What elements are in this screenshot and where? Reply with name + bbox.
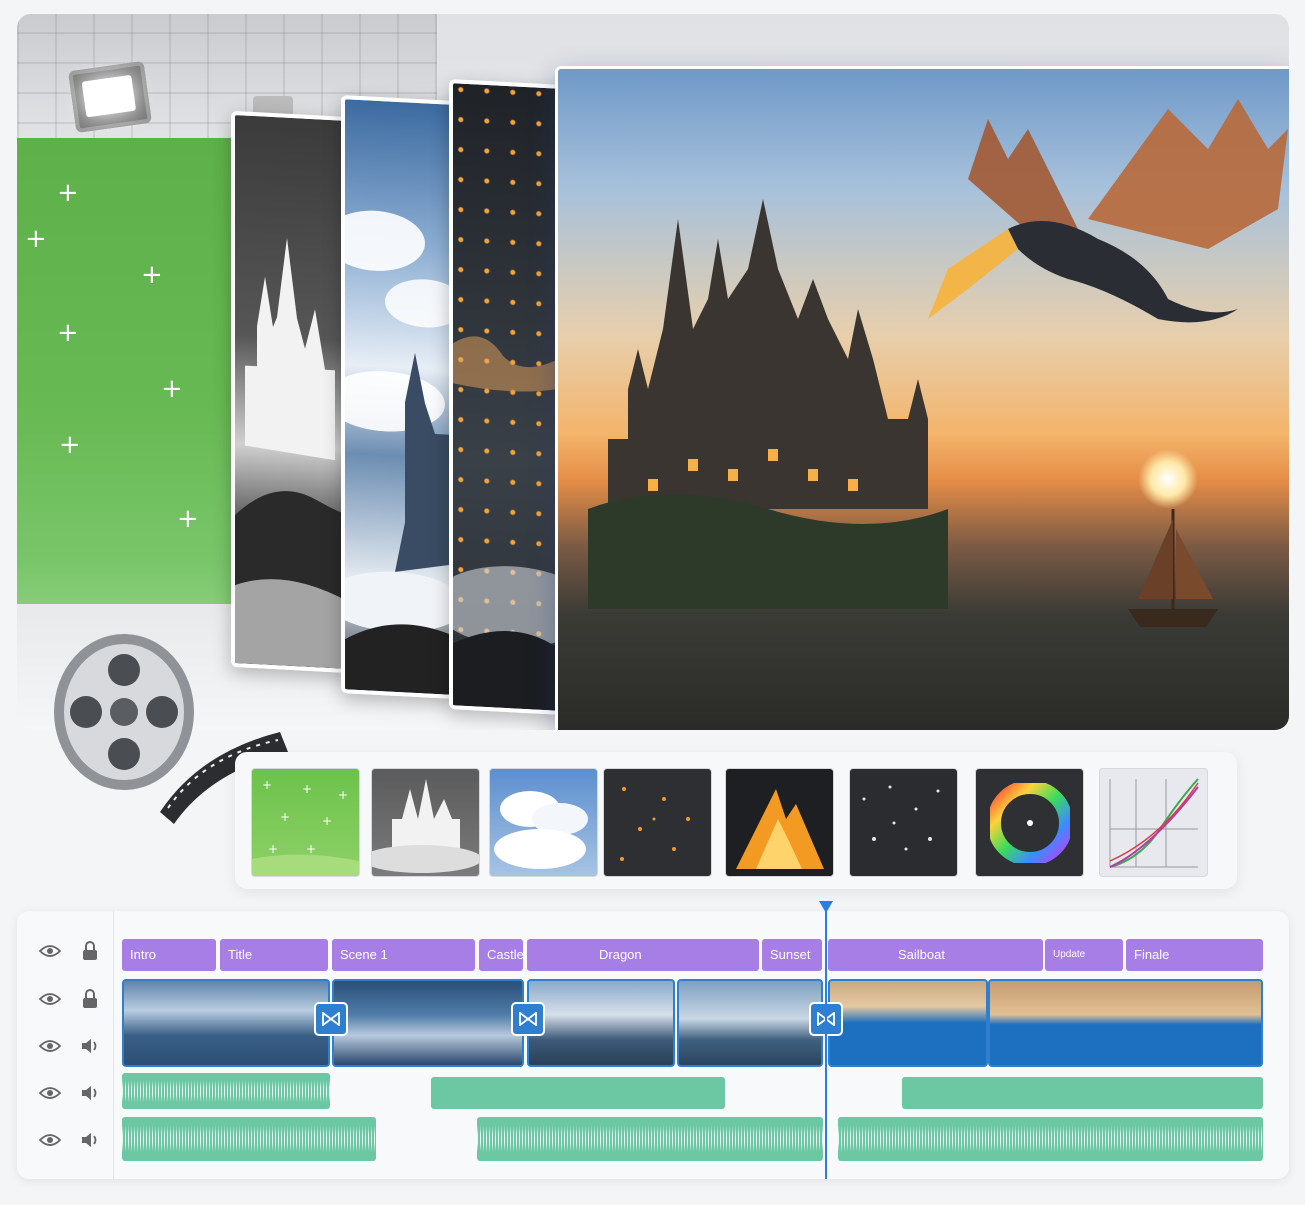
tracking-marker: + [141, 260, 163, 290]
sailboat-illustration [1128, 509, 1218, 627]
eye-icon[interactable] [39, 1082, 61, 1104]
fx-embers-thumb[interactable] [603, 768, 712, 877]
transition-icon[interactable] [314, 1002, 348, 1036]
video-clip[interactable] [988, 979, 1263, 1067]
track-controls-3 [39, 1034, 101, 1058]
eye-icon[interactable] [39, 1035, 61, 1057]
lock-icon[interactable] [79, 940, 101, 962]
track-controls-2 [39, 987, 101, 1011]
audio-clip[interactable] [838, 1117, 1263, 1161]
audio-clip[interactable] [122, 1073, 330, 1109]
eye-icon[interactable] [39, 1129, 61, 1151]
svg-text:+: + [338, 788, 348, 802]
sparkle-particles-icon [862, 785, 940, 851]
timeline-panel: Intro Title Scene 1 Castle Dragon Sunset… [17, 901, 1289, 1179]
cloud-icon [494, 791, 588, 869]
audio-clip[interactable] [477, 1117, 823, 1161]
fx-clouds-thumb[interactable] [489, 768, 598, 877]
speaker-icon[interactable] [79, 1035, 101, 1057]
track-controls-4 [39, 1081, 101, 1105]
video-clip[interactable] [527, 979, 675, 1067]
waveform [122, 1080, 330, 1102]
playhead[interactable] [825, 907, 827, 1179]
track-controls [17, 911, 114, 1179]
label-clip[interactable]: Update [1045, 939, 1123, 971]
tracking-marker: + [161, 374, 183, 404]
speaker-icon[interactable] [79, 1129, 101, 1151]
final-composite-frame[interactable] [555, 66, 1289, 730]
waveform [477, 1125, 823, 1153]
layer-clouds[interactable] [341, 95, 455, 699]
track-controls-1 [39, 939, 101, 963]
tracking-marker: + [25, 224, 47, 254]
layer-embers[interactable] [449, 79, 563, 715]
label-clip[interactable]: Finale [1126, 939, 1263, 971]
eye-icon[interactable] [39, 988, 61, 1010]
label-clip[interactable]: Title [220, 939, 328, 971]
label-clip[interactable]: Scene 1 [332, 939, 475, 971]
castle-silhouette-icon [372, 779, 479, 873]
ember-particles-icon [620, 787, 690, 861]
label-clip[interactable]: Sunset [762, 939, 822, 971]
fx-fire-thumb[interactable] [725, 768, 834, 877]
audio-clip[interactable] [122, 1117, 376, 1161]
video-clip[interactable] [828, 979, 988, 1067]
studio-light [68, 61, 152, 133]
curves-graph-icon [1109, 778, 1199, 868]
transition-icon[interactable] [511, 1002, 545, 1036]
audio-clip[interactable] [431, 1077, 725, 1109]
tracking-marker: + [57, 318, 79, 348]
speaker-icon[interactable] [79, 1082, 101, 1104]
svg-text:+: + [268, 842, 278, 856]
fx-castle-mask-thumb[interactable] [371, 768, 480, 877]
audio-clip[interactable] [902, 1077, 1263, 1109]
track-controls-5 [39, 1128, 101, 1152]
hero-composite: + + + + + + + [17, 14, 1289, 730]
fx-curves-thumb[interactable] [1099, 768, 1208, 877]
tracking-marker: + [57, 178, 79, 208]
fx-green-screen-thumb[interactable]: + + + + + + + [251, 768, 360, 877]
svg-text:+: + [322, 814, 332, 828]
waveform [838, 1125, 1263, 1153]
tracking-marker: + [59, 430, 81, 460]
fx-color-wheel-thumb[interactable] [975, 768, 1084, 877]
label-clip[interactable]: Dragon [527, 939, 759, 971]
video-clip[interactable] [677, 979, 823, 1067]
waveform [122, 1125, 376, 1153]
eye-icon[interactable] [39, 940, 61, 962]
lock-icon[interactable] [79, 988, 101, 1010]
tracking-marker: + [177, 504, 199, 534]
fx-particles-thumb[interactable] [849, 768, 958, 877]
tracking-marker-icon: + + + + + + + [252, 778, 359, 876]
dragon-illustration [928, 99, 1288, 323]
svg-text:+: + [280, 810, 290, 824]
fire-icon [736, 789, 824, 869]
svg-text:+: + [306, 842, 316, 856]
castle-illustration [588, 199, 948, 609]
label-clip[interactable]: Intro [122, 939, 216, 971]
layer-matte[interactable] [231, 110, 351, 674]
playhead-handle[interactable] [819, 901, 833, 913]
effects-library: + + + + + + + [235, 752, 1237, 889]
label-clip[interactable]: Sailboat [828, 939, 1043, 971]
video-clip[interactable] [122, 979, 330, 1067]
svg-text:+: + [262, 778, 272, 792]
color-wheel-icon [989, 782, 1070, 863]
label-clip[interactable]: Castle [479, 939, 523, 971]
svg-text:+: + [302, 782, 312, 796]
video-clip[interactable] [332, 979, 524, 1067]
